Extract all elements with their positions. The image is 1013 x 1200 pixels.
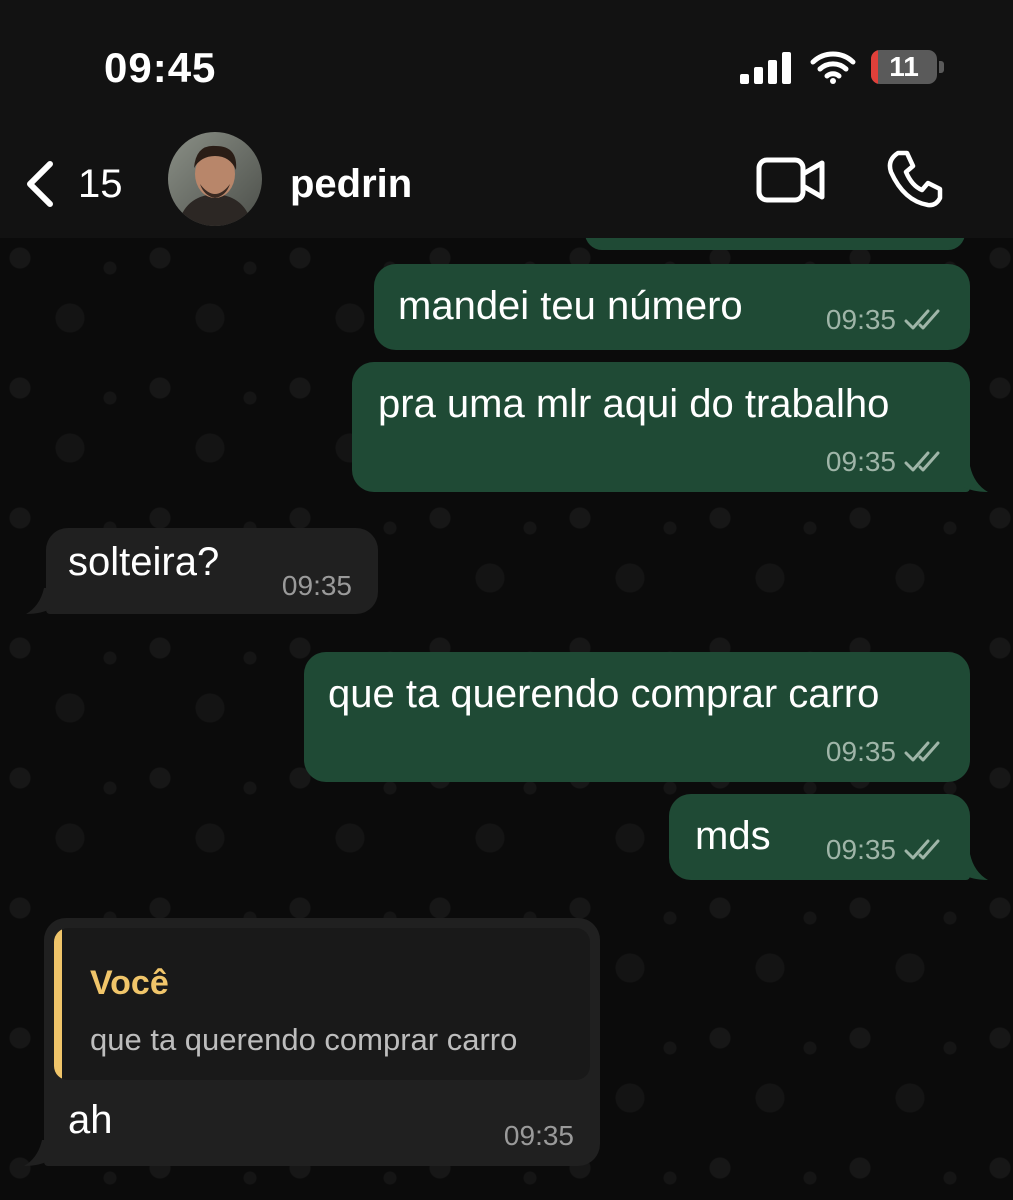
video-camera-icon[interactable]	[756, 154, 826, 206]
bubble-tail	[962, 466, 988, 492]
message-time: 09:35	[825, 834, 896, 865]
chat-header: 15 pedrin	[0, 130, 1013, 238]
chat-messages-area[interactable]: mandei teu número 09:35 pra uma mlr aqui…	[0, 238, 1013, 1200]
message-bubble[interactable]: mandei teu número 09:35	[374, 264, 970, 350]
message-meta: 09:35	[826, 834, 944, 866]
phone-icon[interactable]	[884, 148, 944, 210]
message-text: que ta querendo comprar carro	[328, 672, 880, 716]
battery-icon: 11	[871, 50, 945, 84]
quoted-message[interactable]: Você que ta querendo comprar carro	[54, 928, 590, 1080]
message-text: mandei teu número	[398, 284, 743, 328]
double-check-icon	[904, 309, 940, 330]
message-time: 09:35	[825, 304, 896, 335]
double-check-icon	[904, 451, 940, 472]
message-text: solteira?	[68, 540, 220, 584]
message-bubble[interactable]: solteira? 09:35	[46, 528, 378, 614]
unread-chats-count[interactable]: 15	[78, 156, 123, 212]
message-meta: 09:35	[826, 304, 944, 336]
quote-accent-bar	[54, 928, 62, 1080]
quoted-text: que ta querendo comprar carro	[90, 1022, 518, 1057]
message-meta: 09:35	[282, 570, 352, 602]
status-bar: 09:45 11	[0, 0, 1013, 130]
message-meta: 09:35	[826, 446, 944, 478]
wifi-icon	[810, 51, 856, 84]
message-bubble-reply[interactable]: Você que ta querendo comprar carro ah 09…	[44, 918, 600, 1166]
avatar[interactable]	[168, 132, 262, 226]
message-meta: 09:35	[826, 736, 944, 768]
battery-level: 11	[889, 51, 919, 82]
message-time: 09:35	[825, 736, 896, 767]
message-bubble-partial	[585, 238, 965, 250]
bubble-tail	[24, 1140, 50, 1166]
double-check-icon	[904, 839, 940, 860]
contact-name[interactable]: pedrin	[290, 156, 412, 212]
message-bubble[interactable]: que ta querendo comprar carro 09:35	[304, 652, 970, 782]
message-text: ah	[68, 1098, 113, 1142]
message-bubble[interactable]: mds 09:35	[669, 794, 970, 880]
back-chevron-icon[interactable]	[20, 156, 60, 212]
status-time: 09:45	[104, 44, 217, 91]
signal-bars-icon	[740, 52, 791, 84]
double-check-icon	[904, 741, 940, 762]
message-text: pra uma mlr aqui do trabalho	[378, 382, 890, 426]
message-bubble[interactable]: pra uma mlr aqui do trabalho 09:35	[352, 362, 970, 492]
message-text: mds	[695, 814, 771, 858]
bubble-tail	[962, 854, 988, 880]
quoted-author: Você	[90, 964, 169, 1002]
message-time: 09:35	[825, 446, 896, 477]
message-meta: 09:35	[504, 1120, 574, 1152]
message-time: 09:35	[503, 1120, 574, 1151]
bubble-tail	[26, 588, 52, 614]
message-time: 09:35	[281, 570, 352, 601]
